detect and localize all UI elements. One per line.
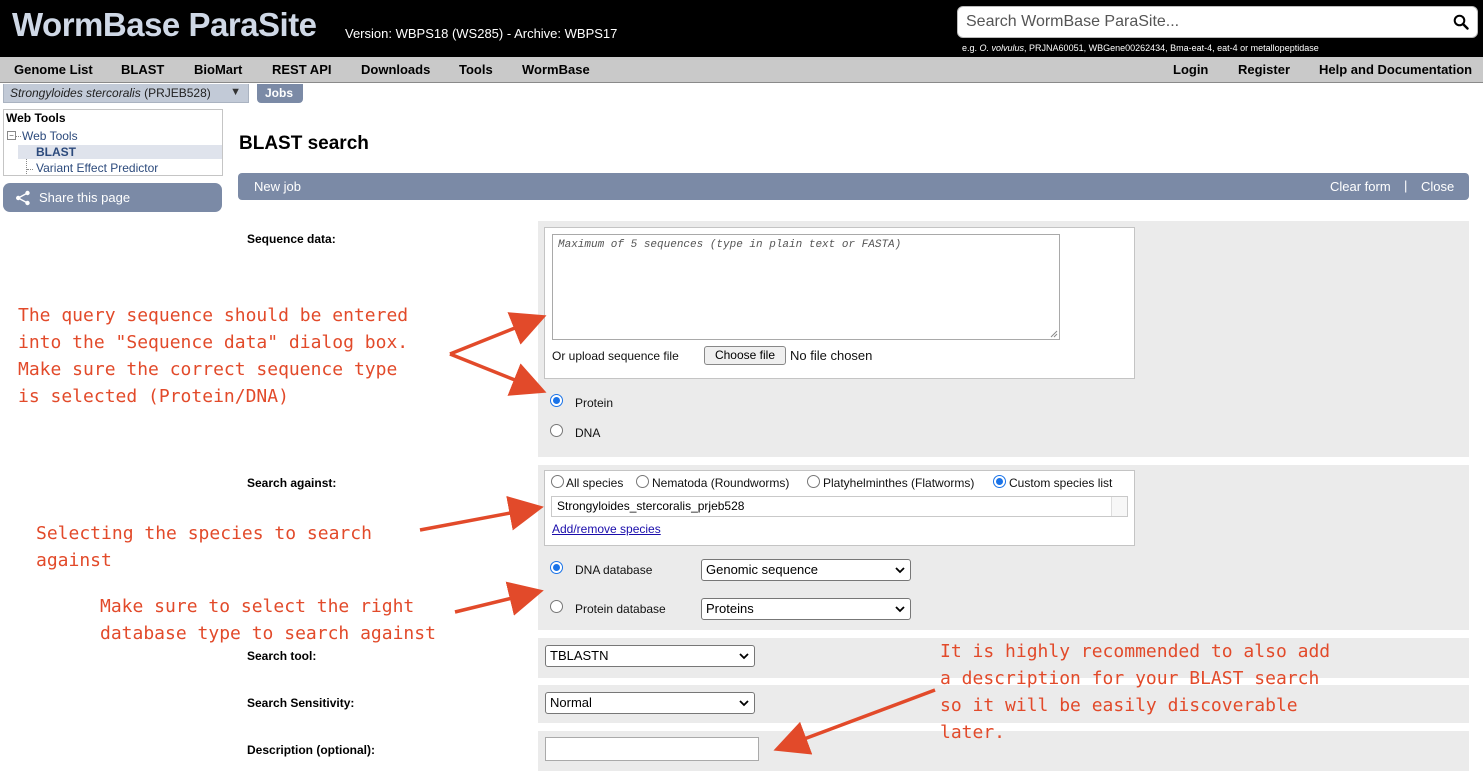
nav-help[interactable]: Help and Documentation [1319, 62, 1472, 77]
nav-tools[interactable]: Tools [459, 62, 493, 77]
tree-root-web-tools[interactable]: Web Tools [22, 129, 78, 143]
choose-file-button[interactable]: Choose file [704, 346, 786, 365]
jobs-tab[interactable]: Jobs [257, 84, 303, 103]
nav-wormbase[interactable]: WormBase [522, 62, 590, 77]
protein-database-radio[interactable] [550, 600, 563, 613]
dna-radio[interactable] [550, 424, 563, 437]
new-job-button[interactable]: New job [254, 179, 301, 194]
custom-species-label: Custom species list [1009, 476, 1113, 490]
nav-downloads[interactable]: Downloads [361, 62, 430, 77]
site-search [957, 6, 1478, 38]
custom-species-radio[interactable] [993, 475, 1006, 488]
sidebar-item-vep[interactable]: Variant Effect Predictor [36, 161, 158, 175]
no-file-text: No file chosen [790, 348, 873, 363]
search-sensitivity-value: Normal [550, 695, 592, 710]
protein-radio[interactable] [550, 394, 563, 407]
sequence-data-label: Sequence data: [247, 232, 336, 246]
selected-species-list[interactable]: Strongyloides_stercoralis_prjeb528 [551, 496, 1128, 517]
share-page-label: Share this page [39, 190, 131, 205]
nav-biomart[interactable]: BioMart [194, 62, 242, 77]
version-info: Version: WBPS18 (WS285) - Archive: WBPS1… [345, 26, 618, 41]
search-against-label: Search against: [247, 476, 337, 490]
search-tool-label: Search tool: [247, 649, 317, 663]
sidebar-item-blast[interactable]: BLAST [18, 145, 222, 159]
tree-connector [16, 136, 21, 137]
annotation-description-note: It is highly recommended to also add a d… [940, 641, 1331, 743]
annotation-database-note: Make sure to select the right database t… [100, 596, 436, 644]
chevron-down-icon [739, 653, 749, 660]
arrow-to-database [454, 581, 544, 616]
protein-database-value: Proteins [706, 601, 754, 616]
nav-blast[interactable]: BLAST [121, 62, 164, 77]
protein-radio-label: Protein [575, 396, 614, 410]
nav-login[interactable]: Login [1173, 62, 1208, 77]
chevron-down-icon [895, 567, 905, 574]
close-button[interactable]: Close [1421, 179, 1454, 194]
selected-species-item: Strongyloides_stercoralis_prjeb528 [557, 499, 745, 513]
arrow-to-species-box [419, 495, 544, 532]
jobs-tab-label: Jobs [265, 86, 294, 100]
platyhelminthes-radio[interactable] [807, 475, 820, 488]
protein-database-label: Protein database [575, 602, 666, 616]
all-species-label: All species [566, 476, 624, 490]
sequence-textarea[interactable] [552, 234, 1060, 340]
share-page-button[interactable]: Share this page [3, 183, 222, 212]
job-toolbar: New job Clear form | Close [238, 173, 1469, 200]
all-species-radio[interactable] [551, 475, 564, 488]
nematoda-radio[interactable] [636, 475, 649, 488]
tree-collapse-icon[interactable]: − [7, 131, 16, 140]
dna-database-select[interactable]: Genomic sequence [701, 559, 911, 581]
dna-database-label: DNA database [575, 563, 653, 577]
species-selector-label: Strongyloides stercoralis (PRJEB528) [10, 86, 211, 100]
nav-register[interactable]: Register [1238, 62, 1290, 77]
search-sensitivity-select[interactable]: Normal [545, 692, 755, 714]
species-selector[interactable]: Strongyloides stercoralis (PRJEB528) ▼ [3, 84, 249, 103]
search-tool-value: TBLASTN [550, 648, 609, 663]
description-label: Description (optional): [247, 743, 375, 757]
arrow-to-protein-radio [449, 352, 547, 396]
tree-connector [27, 169, 33, 170]
arrow-to-sequence-box [449, 312, 547, 356]
toolbar-separator: | [1404, 178, 1408, 193]
platyhelminthes-label: Platyhelminthes (Flatworms) [823, 476, 975, 490]
nav-genome-list[interactable]: Genome List [14, 62, 93, 77]
dna-database-value: Genomic sequence [706, 562, 819, 577]
site-header: WormBase ParaSite Version: WBPS18 (WS285… [0, 0, 1483, 57]
protein-database-select[interactable]: Proteins [701, 598, 911, 620]
search-icon[interactable] [1453, 14, 1469, 30]
main-nav: Genome List BLAST BioMart REST API Downl… [0, 57, 1483, 83]
web-tools-title: Web Tools [6, 111, 66, 125]
site-search-input[interactable] [958, 7, 1438, 37]
nematoda-label: Nematoda (Roundworms) [652, 476, 790, 490]
site-logo[interactable]: WormBase ParaSite [12, 6, 317, 46]
search-sensitivity-label: Search Sensitivity: [247, 696, 355, 710]
annotation-sequence-note: The query sequence should be entered int… [18, 305, 409, 407]
search-tool-select[interactable]: TBLASTN [545, 645, 755, 667]
resize-handle-icon[interactable] [1050, 330, 1058, 338]
chevron-down-icon [895, 606, 905, 613]
add-remove-species-link[interactable]: Add/remove species [552, 522, 661, 536]
share-icon [16, 190, 30, 206]
description-input[interactable] [545, 737, 759, 761]
page-title: BLAST search [239, 133, 369, 154]
scrollbar[interactable] [1111, 497, 1127, 516]
upload-label: Or upload sequence file [552, 349, 679, 363]
dropdown-arrow-icon: ▼ [230, 86, 241, 98]
web-tools-panel: Web Tools − Web Tools BLAST Variant Effe… [3, 109, 223, 176]
search-hint: e.g. O. volvulus, PRJNA60051, WBGene0026… [962, 43, 1319, 53]
annotation-species-note: Selecting the species to search against [36, 523, 372, 571]
dna-database-radio[interactable] [550, 561, 563, 574]
clear-form-button[interactable]: Clear form [1330, 179, 1391, 194]
nav-rest-api[interactable]: REST API [272, 62, 331, 77]
dna-radio-label: DNA [575, 426, 601, 440]
chevron-down-icon [739, 700, 749, 707]
